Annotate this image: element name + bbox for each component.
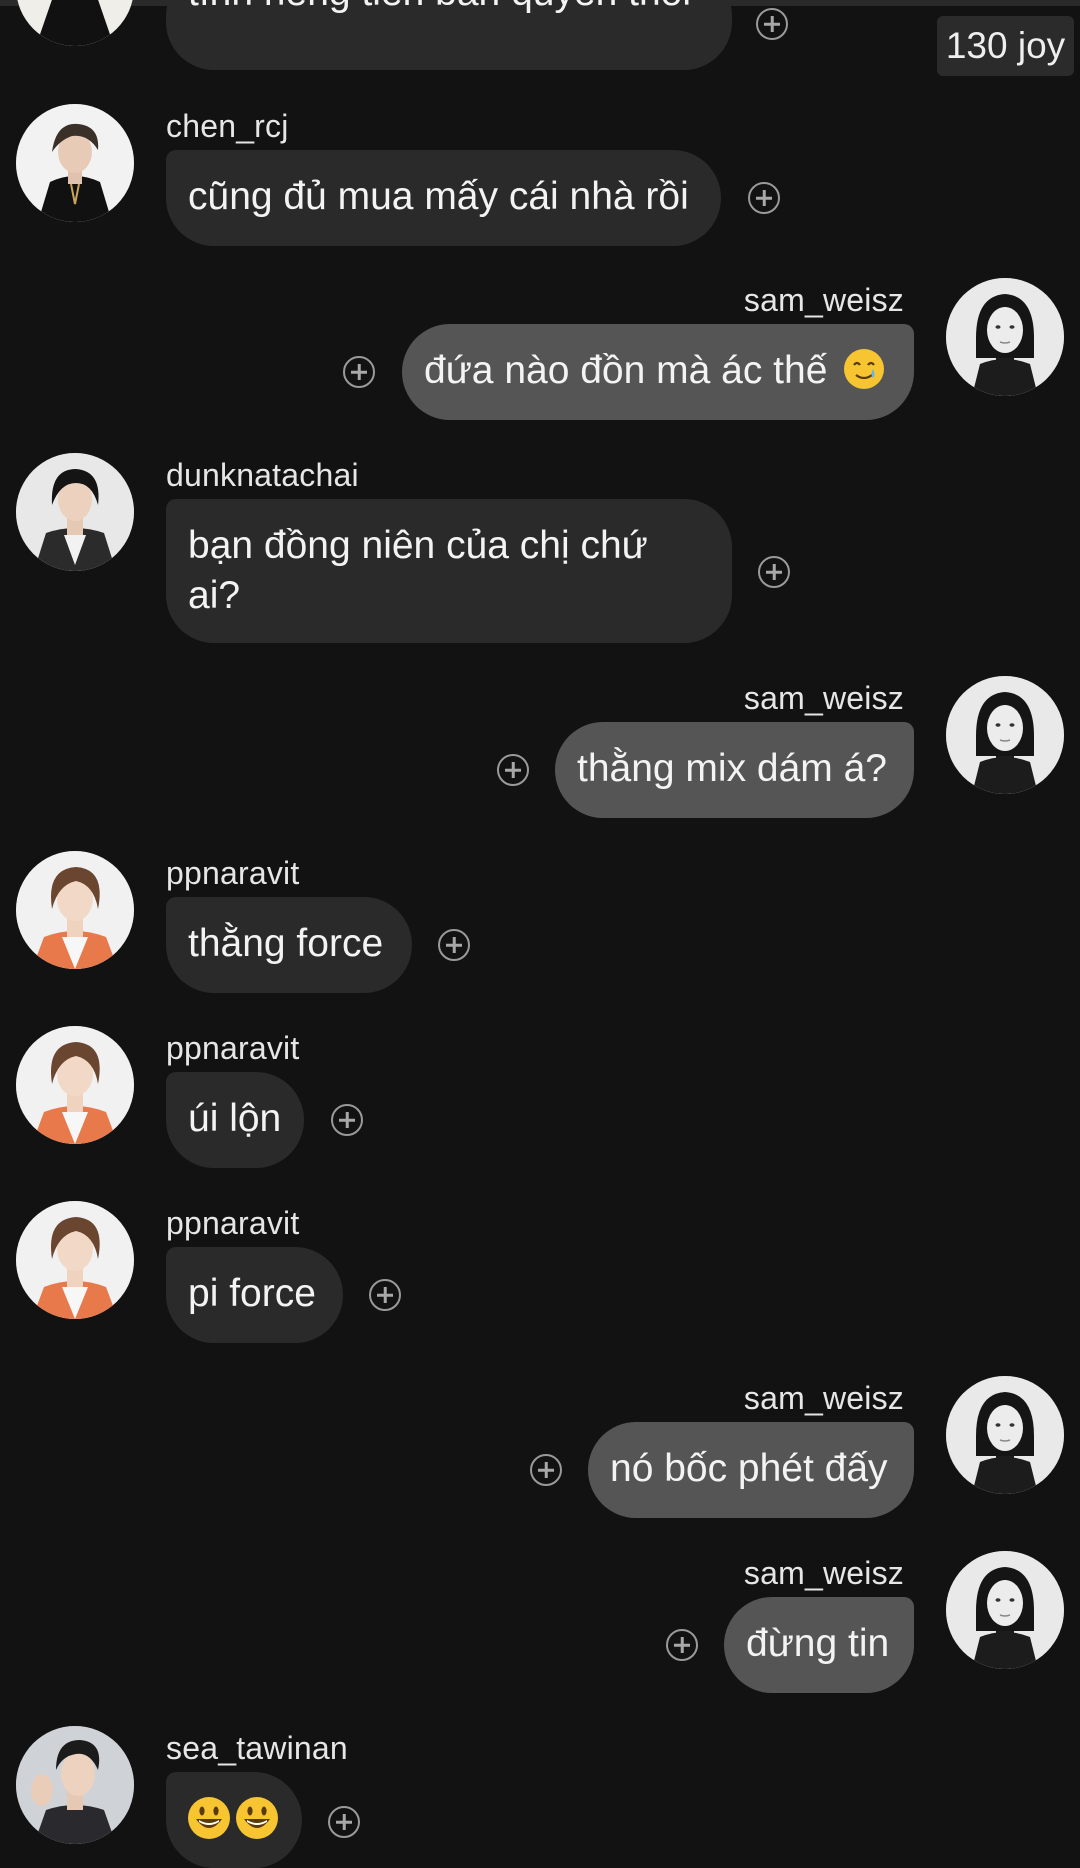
- avatar[interactable]: [16, 1726, 134, 1844]
- add-reaction-icon[interactable]: [343, 356, 375, 388]
- reaction-count-badge: 130 joy: [937, 16, 1074, 76]
- username[interactable]: dunknatachai: [166, 457, 359, 494]
- add-reaction-icon[interactable]: [331, 1104, 363, 1136]
- message-bubble[interactable]: pi force: [166, 1247, 343, 1343]
- add-reaction-icon[interactable]: [756, 8, 788, 40]
- add-reaction-icon[interactable]: [666, 1629, 698, 1661]
- message-text: nó bốc phét đấy: [610, 1447, 888, 1490]
- message-text: đứa nào đồn mà ác thế: [424, 349, 828, 392]
- add-reaction-icon[interactable]: [748, 182, 780, 214]
- add-reaction-icon[interactable]: [497, 754, 529, 786]
- message-text: pi force: [188, 1272, 316, 1315]
- message-text-line: bạn đồng niên của chị chứ: [188, 524, 648, 567]
- smiling-face-with-tear-icon: [844, 349, 885, 389]
- avatar[interactable]: [16, 104, 134, 222]
- grinning-face-icon: [188, 1797, 230, 1839]
- message-text: thằng mix dám á?: [577, 747, 888, 790]
- message-bubble[interactable]: cũng đủ mua mấy cái nhà rồi: [166, 150, 721, 246]
- message-bubble[interactable]: úi lộn: [166, 1072, 304, 1168]
- username[interactable]: sam_weisz: [744, 1380, 904, 1417]
- message-bubble[interactable]: [166, 1772, 302, 1868]
- avatar[interactable]: [16, 453, 134, 571]
- message-text: tính riêng tiền bản quyền thôi: [188, 0, 691, 18]
- message-text: thằng force: [188, 922, 384, 965]
- message-bubble[interactable]: tính riêng tiền bản quyền thôi: [166, 0, 732, 70]
- username[interactable]: sam_weisz: [744, 282, 904, 319]
- avatar[interactable]: [946, 278, 1064, 396]
- message-bubble[interactable]: đứa nào đồn mà ác thế: [402, 324, 914, 420]
- message-bubble[interactable]: nó bốc phét đấy: [588, 1422, 914, 1518]
- username[interactable]: ppnaravit: [166, 1205, 299, 1242]
- add-reaction-icon[interactable]: [328, 1806, 360, 1838]
- username[interactable]: ppnaravit: [166, 1030, 299, 1067]
- message-text-line: ai?: [188, 574, 241, 617]
- message-bubble[interactable]: bạn đồng niên của chị chứ ai?: [166, 499, 732, 643]
- message-text: cũng đủ mua mấy cái nhà rồi: [188, 175, 689, 218]
- avatar[interactable]: [946, 1551, 1064, 1669]
- add-reaction-icon[interactable]: [758, 556, 790, 588]
- username[interactable]: ppnaravit: [166, 855, 299, 892]
- message-text: úi lộn: [188, 1097, 282, 1140]
- add-reaction-icon[interactable]: [369, 1279, 401, 1311]
- message-text: đừng tin: [746, 1622, 890, 1665]
- message-bubble[interactable]: thằng mix dám á?: [555, 722, 914, 818]
- message-bubble[interactable]: đừng tin: [724, 1597, 914, 1693]
- username[interactable]: sam_weisz: [744, 1555, 904, 1592]
- username[interactable]: sea_tawinan: [166, 1730, 348, 1767]
- avatar[interactable]: [16, 1201, 134, 1319]
- username[interactable]: chen_rcj: [166, 108, 289, 145]
- add-reaction-icon[interactable]: [438, 929, 470, 961]
- message-bubble[interactable]: thằng force: [166, 897, 412, 993]
- avatar[interactable]: [946, 1376, 1064, 1494]
- grinning-face-icon: [236, 1797, 278, 1839]
- username[interactable]: sam_weisz: [744, 680, 904, 717]
- avatar[interactable]: [16, 0, 134, 46]
- avatar[interactable]: [16, 851, 134, 969]
- avatar[interactable]: [946, 676, 1064, 794]
- avatar[interactable]: [16, 1026, 134, 1144]
- add-reaction-icon[interactable]: [530, 1454, 562, 1486]
